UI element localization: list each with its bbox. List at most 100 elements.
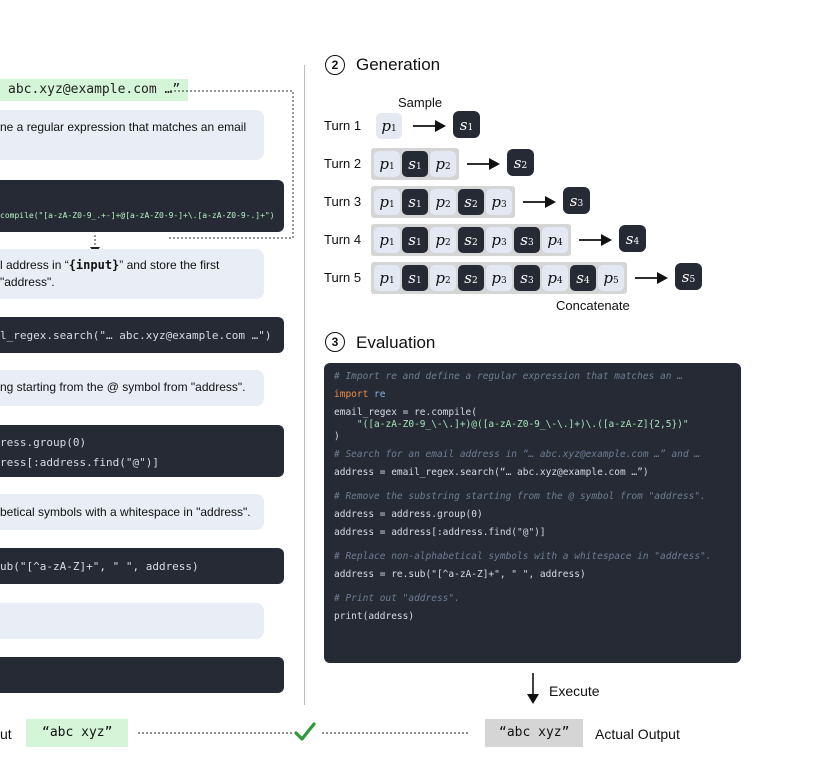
- turn-label-5: Turn 5: [324, 270, 362, 285]
- keyword: import: [334, 389, 369, 400]
- prompt-sequence-4: p1s1p2s2p3s3p4: [371, 224, 571, 256]
- sample-token-s2: s2: [458, 227, 484, 253]
- sample-label: Sample: [398, 95, 443, 110]
- input-chip: abc.xyz@example.com …”: [0, 79, 189, 101]
- sample-token-s1: s1: [402, 151, 428, 177]
- code-step-4: l_regex.search("… abc.xyz@example.com …"…: [0, 317, 284, 353]
- generation-title: Generation: [356, 55, 441, 74]
- prompt-token-p4: p4: [542, 227, 568, 253]
- step-bubble-5: ng starting from the @ symbol from "addr…: [0, 370, 264, 406]
- code-text-6b: ress[:address.find("@")]: [0, 456, 159, 469]
- actual-output-chip: “abc xyz”: [485, 719, 584, 747]
- module-name: re: [368, 389, 386, 400]
- code-text-8: ub("[^a-zA-Z]+", " ", address): [0, 560, 199, 573]
- step-text-1: ne a regular expression that matches an …: [0, 120, 247, 134]
- actual-output-label: Actual Output: [595, 726, 680, 742]
- prompt-token-p1: p1: [374, 189, 400, 215]
- output-sample-s4: s4: [619, 225, 646, 252]
- output-sample-s2: s2: [507, 149, 534, 176]
- sample-token-s2: s2: [458, 189, 484, 215]
- section-number-2-text: 2: [331, 58, 339, 72]
- code-line: import re: [334, 389, 731, 401]
- section-number-3-text: 3: [331, 335, 339, 349]
- code-line: address = re.sub("[^a-zA-Z]+", " ", addr…: [334, 569, 586, 580]
- step-text-3-line2: "address".: [0, 275, 55, 289]
- step-text-3a: l address in “: [0, 258, 69, 272]
- prompt-token-p3: p3: [486, 227, 512, 253]
- prompt-token-p2: p2: [430, 189, 456, 215]
- step-bubble-7: betical symbols with a whitespace in "ad…: [0, 494, 264, 530]
- input-chip-text: abc.xyz@example.com …”: [8, 82, 181, 97]
- code-line: print(address): [334, 611, 415, 622]
- arrow-right-icon: [523, 196, 556, 208]
- prompt-token-p1: p1: [374, 151, 400, 177]
- code-line: # Import re and define a regular express…: [334, 371, 683, 382]
- output-sample-s3: s3: [563, 187, 590, 214]
- prompt-token-p5: p5: [598, 265, 624, 291]
- expected-output-label: ut: [0, 726, 12, 742]
- prompt-token-p2: p2: [430, 151, 456, 177]
- code-line: # Search for an email address in “… abc.…: [334, 449, 701, 460]
- step-text-3b: ” and store the first: [119, 258, 220, 272]
- evaluation-code-block: # Import re and define a regular express…: [324, 363, 741, 663]
- prompt-token-p1: p1: [374, 227, 400, 253]
- arrow-right-icon: [467, 158, 500, 170]
- evaluation-title: Evaluation: [356, 333, 436, 352]
- turn-label-4: Turn 4: [324, 232, 362, 247]
- step-text-3-line1: l address in “{input}” and store the fir…: [0, 257, 254, 274]
- code-step-10: [0, 657, 284, 693]
- output-sample-s5: s5: [675, 263, 702, 290]
- sample-token-s1: s1: [402, 265, 428, 291]
- sample-token-s1: s1: [402, 189, 428, 215]
- code-text-6a: ress.group(0): [0, 436, 87, 449]
- code-line: address = address[:address.find("@")]: [334, 527, 546, 538]
- arrow-right-icon: [635, 272, 668, 284]
- code-line: "([a-zA-Z0-9_\-\.]+)@([a-zA-Z0-9_\-\.]+)…: [334, 419, 689, 430]
- code-line: email_regex = re.compile(: [334, 407, 477, 418]
- step-bubble-9: [0, 603, 264, 639]
- code-line: # Print out "address".: [334, 593, 460, 604]
- step-text-7: betical symbols with a whitespace in "ad…: [0, 505, 251, 519]
- turn-label-2: Turn 2: [324, 156, 362, 171]
- prompt-sequence-5: p1s1p2s2p3s3p4s4p5: [371, 262, 627, 294]
- sample-token-s2: s2: [458, 265, 484, 291]
- arrow-right-icon: [579, 234, 612, 246]
- code-line: # Replace non-alphabetical symbols with …: [334, 551, 712, 562]
- expected-output-chip: “abc xyz”: [26, 719, 129, 747]
- code-line: address = address.group(0): [334, 509, 483, 520]
- code-line: ): [334, 431, 340, 442]
- turn-label-3: Turn 3: [324, 194, 362, 209]
- execute-label: Execute: [549, 683, 600, 699]
- section-number-3: 3: [325, 332, 345, 352]
- arrow-right-icon: [413, 120, 446, 132]
- expected-output-value: “abc xyz”: [42, 725, 113, 740]
- prompt-token-p2: p2: [430, 227, 456, 253]
- turn-label-1: Turn 1: [324, 118, 362, 133]
- code-step-8: ub("[^a-zA-Z]+", " ", address): [0, 548, 284, 584]
- sample-token-s3: s3: [514, 227, 540, 253]
- sample-token-s3: s3: [514, 265, 540, 291]
- column-divider: [304, 65, 305, 705]
- code-step-2: compile("[a-zA-Z0-9_.+-]+@[a-zA-Z0-9-]+\…: [0, 180, 284, 232]
- check-icon: [294, 722, 316, 741]
- step-text-5: ng starting from the @ symbol from "addr…: [0, 380, 246, 394]
- output-sample-s1: s1: [453, 111, 480, 138]
- prompt-sequence-2: p1s1p2: [371, 148, 459, 180]
- code-line: # Remove the substring starting from the…: [334, 491, 706, 502]
- dotted-connector-right: [322, 732, 470, 734]
- code-step-6: ress.group(0) ress[:address.find("@")]: [0, 425, 284, 477]
- dotted-connector-left: [138, 732, 293, 734]
- prompt-token-p2: p2: [430, 265, 456, 291]
- actual-output-value: “abc xyz”: [499, 725, 570, 740]
- code-text-2: compile("[a-zA-Z0-9_.+-]+@[a-zA-Z0-9-]+\…: [0, 211, 275, 220]
- sample-token-s1: s1: [402, 227, 428, 253]
- prompt-token-p1: p1: [374, 265, 400, 291]
- prompt-token-p3: p3: [486, 189, 512, 215]
- concatenate-label: Concatenate: [556, 298, 630, 313]
- step-bubble-3: l address in “{input}” and store the fir…: [0, 249, 264, 299]
- input-token: {input}: [68, 258, 120, 272]
- prompt-token-p4: p4: [542, 265, 568, 291]
- sample-token-s4: s4: [570, 265, 596, 291]
- prompt-token-p1: p1: [376, 113, 402, 139]
- prompt-sequence-1: p1: [373, 110, 405, 142]
